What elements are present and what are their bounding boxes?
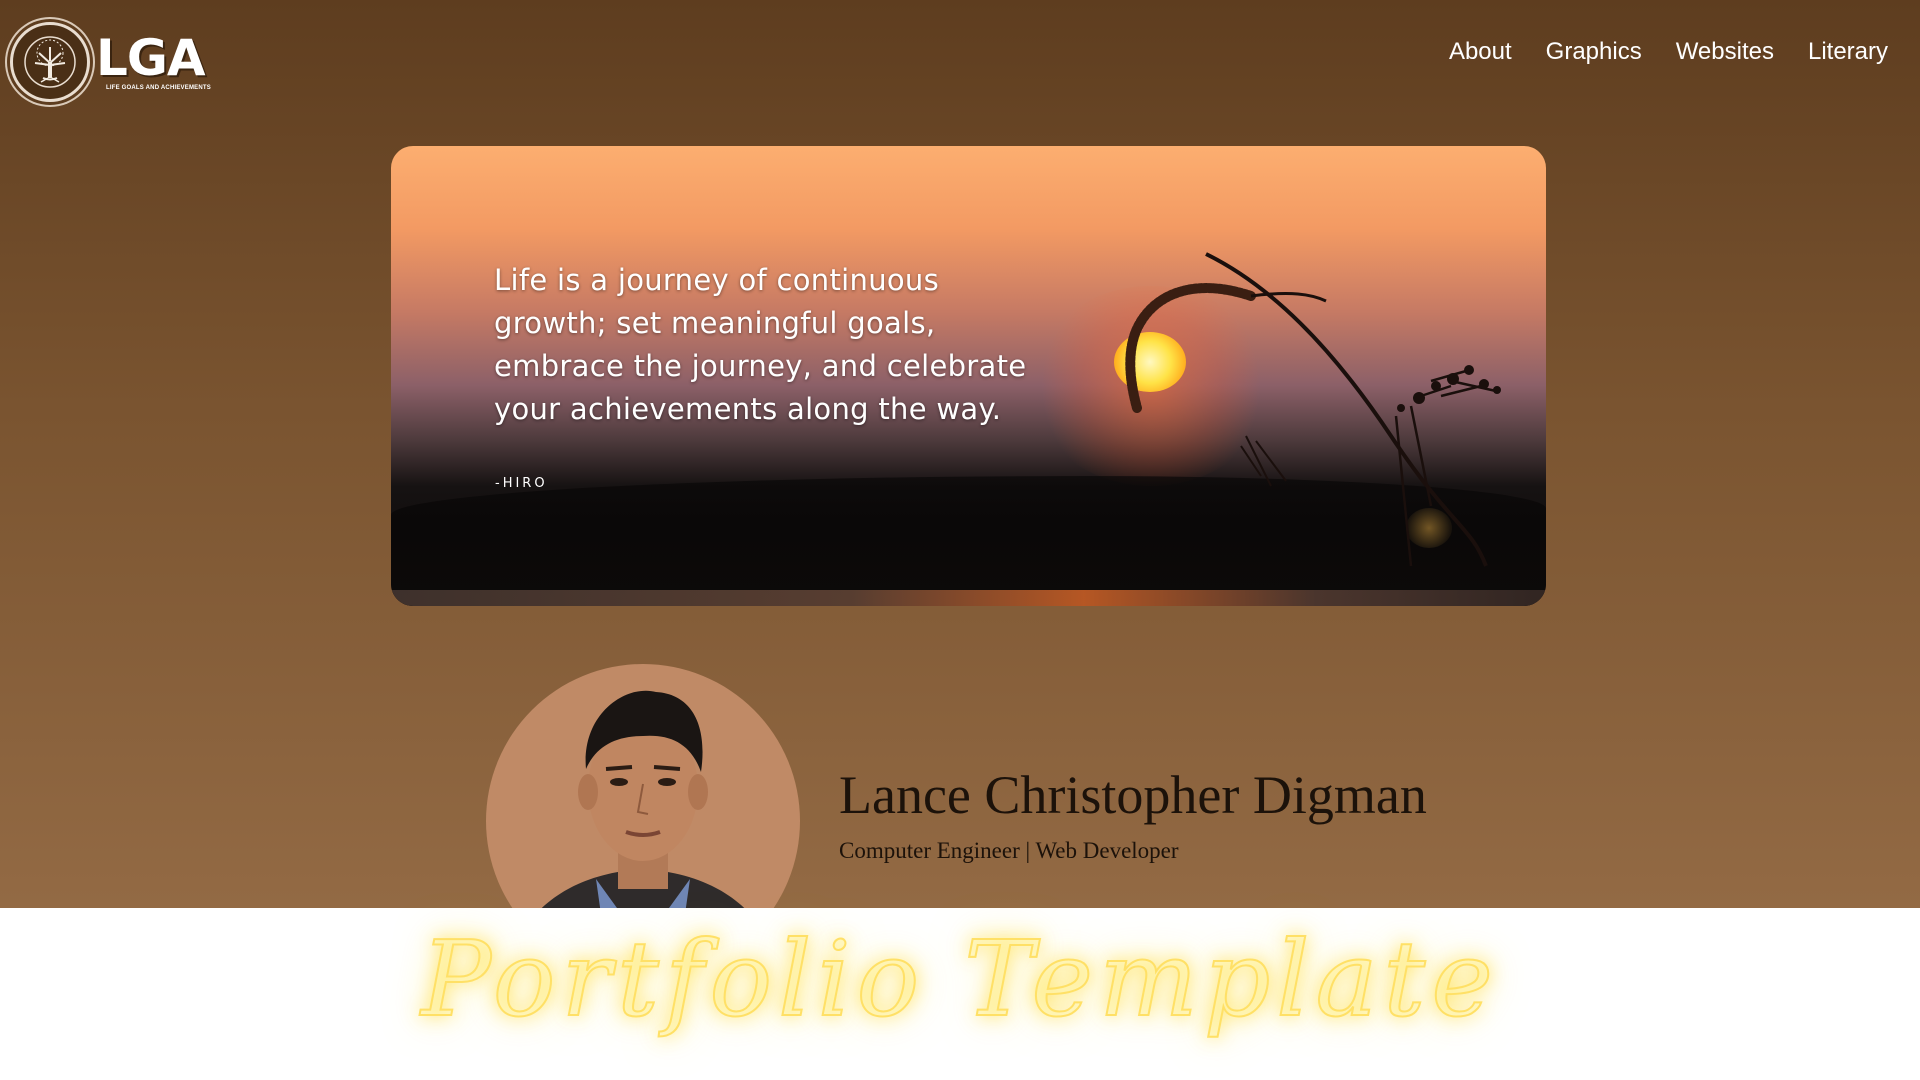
nav-link-graphics[interactable]: Graphics — [1546, 38, 1642, 66]
nav-link-about[interactable]: About — [1449, 38, 1512, 66]
tree-of-life-icon — [10, 22, 90, 102]
portfolio-template-caption: Portfolio Template — [420, 917, 1499, 1041]
nav-link-websites[interactable]: Websites — [1676, 38, 1774, 66]
hero-banner: Life is a journey of continuous growth; … — [391, 146, 1546, 606]
site-logo[interactable]: LGA LIFE GOALS AND ACHIEVEMENTS — [10, 22, 211, 102]
quote-author: -HIRO — [495, 476, 548, 491]
hero-quote: Life is a journey of continuous growth; … — [494, 263, 1027, 426]
logo-tagline: LIFE GOALS AND ACHIEVEMENTS — [106, 85, 211, 91]
profile-avatar — [486, 664, 800, 908]
logo-wordmark: LGA — [96, 29, 206, 87]
main-nav: About Graphics Websites Literary — [1449, 38, 1888, 66]
profile-name: Lance Christopher Digman — [839, 765, 1427, 825]
profile-role: Computer Engineer | Web Developer — [839, 838, 1179, 863]
nav-link-literary[interactable]: Literary — [1808, 38, 1888, 66]
page-background: LGA LIFE GOALS AND ACHIEVEMENTS About Gr… — [0, 0, 1920, 908]
